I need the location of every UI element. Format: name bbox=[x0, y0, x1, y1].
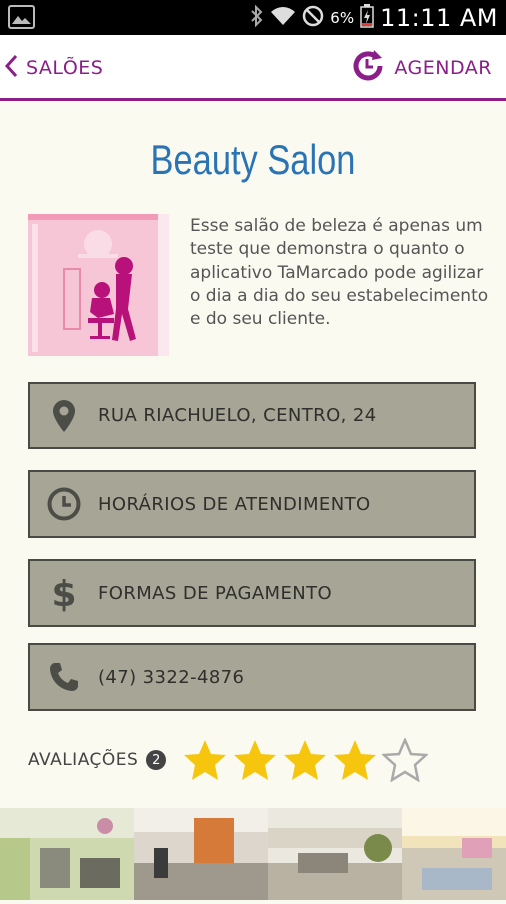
ratings-count-badge: 2 bbox=[146, 750, 167, 770]
chevron-left-icon bbox=[4, 54, 18, 82]
clock-icon bbox=[30, 487, 98, 521]
phone-button[interactable]: (47) 3322-4876 bbox=[28, 643, 476, 711]
salon-logo-image bbox=[28, 214, 169, 356]
agendar-label: AGENDAR bbox=[394, 57, 492, 79]
back-label: SALÕES bbox=[26, 57, 104, 79]
svg-text:$: $ bbox=[52, 574, 76, 613]
photo-gallery bbox=[0, 808, 506, 900]
hours-button[interactable]: HORÁRIOS DE ATENDIMENTO bbox=[28, 470, 476, 538]
dollar-icon: $ bbox=[30, 573, 98, 613]
blocked-icon bbox=[302, 5, 324, 31]
star-filled-icon bbox=[184, 740, 227, 780]
agendar-button[interactable]: AGENDAR bbox=[350, 45, 492, 91]
star-empty-icon bbox=[382, 738, 429, 782]
clock: 11:11 AM bbox=[380, 3, 498, 32]
battery-percent: 6% bbox=[330, 8, 355, 27]
bluetooth-icon bbox=[250, 4, 264, 31]
salon-description: Esse salão de beleza é apenas um teste q… bbox=[190, 216, 489, 330]
wifi-icon bbox=[270, 6, 296, 30]
salon-name: Beauty Salon bbox=[150, 136, 356, 183]
star-filled-icon bbox=[234, 740, 277, 780]
gallery-notification-icon bbox=[8, 5, 35, 29]
schedule-clock-icon bbox=[350, 48, 386, 88]
location-pin-icon bbox=[30, 399, 98, 433]
rating-stars bbox=[182, 738, 429, 782]
address-button[interactable]: RUA RIACHUELO, CENTRO, 24 bbox=[28, 382, 476, 449]
payment-text: FORMAS DE PAGAMENTO bbox=[98, 582, 333, 604]
battery-charging-icon bbox=[360, 3, 374, 32]
ratings-section[interactable]: AVALIAÇÕES 2 bbox=[28, 735, 429, 785]
back-button[interactable]: SALÕES bbox=[4, 49, 103, 87]
star-filled-icon bbox=[284, 740, 327, 780]
hours-text: HORÁRIOS DE ATENDIMENTO bbox=[98, 493, 371, 515]
payment-button[interactable]: $ FORMAS DE PAGAMENTO bbox=[28, 559, 476, 627]
gallery-photo[interactable] bbox=[134, 808, 268, 900]
ratings-label: AVALIAÇÕES bbox=[28, 750, 139, 770]
phone-text: (47) 3322-4876 bbox=[98, 666, 245, 688]
gallery-photo[interactable] bbox=[402, 808, 506, 900]
gallery-photo[interactable] bbox=[268, 808, 402, 900]
phone-icon bbox=[30, 661, 98, 693]
star-filled-icon bbox=[334, 740, 377, 780]
address-text: RUA RIACHUELO, CENTRO, 24 bbox=[98, 405, 377, 426]
status-bar: 6% 11:11 AM bbox=[0, 0, 506, 35]
gallery-photo[interactable] bbox=[0, 808, 134, 900]
action-bar: SALÕES AGENDAR bbox=[0, 35, 506, 101]
